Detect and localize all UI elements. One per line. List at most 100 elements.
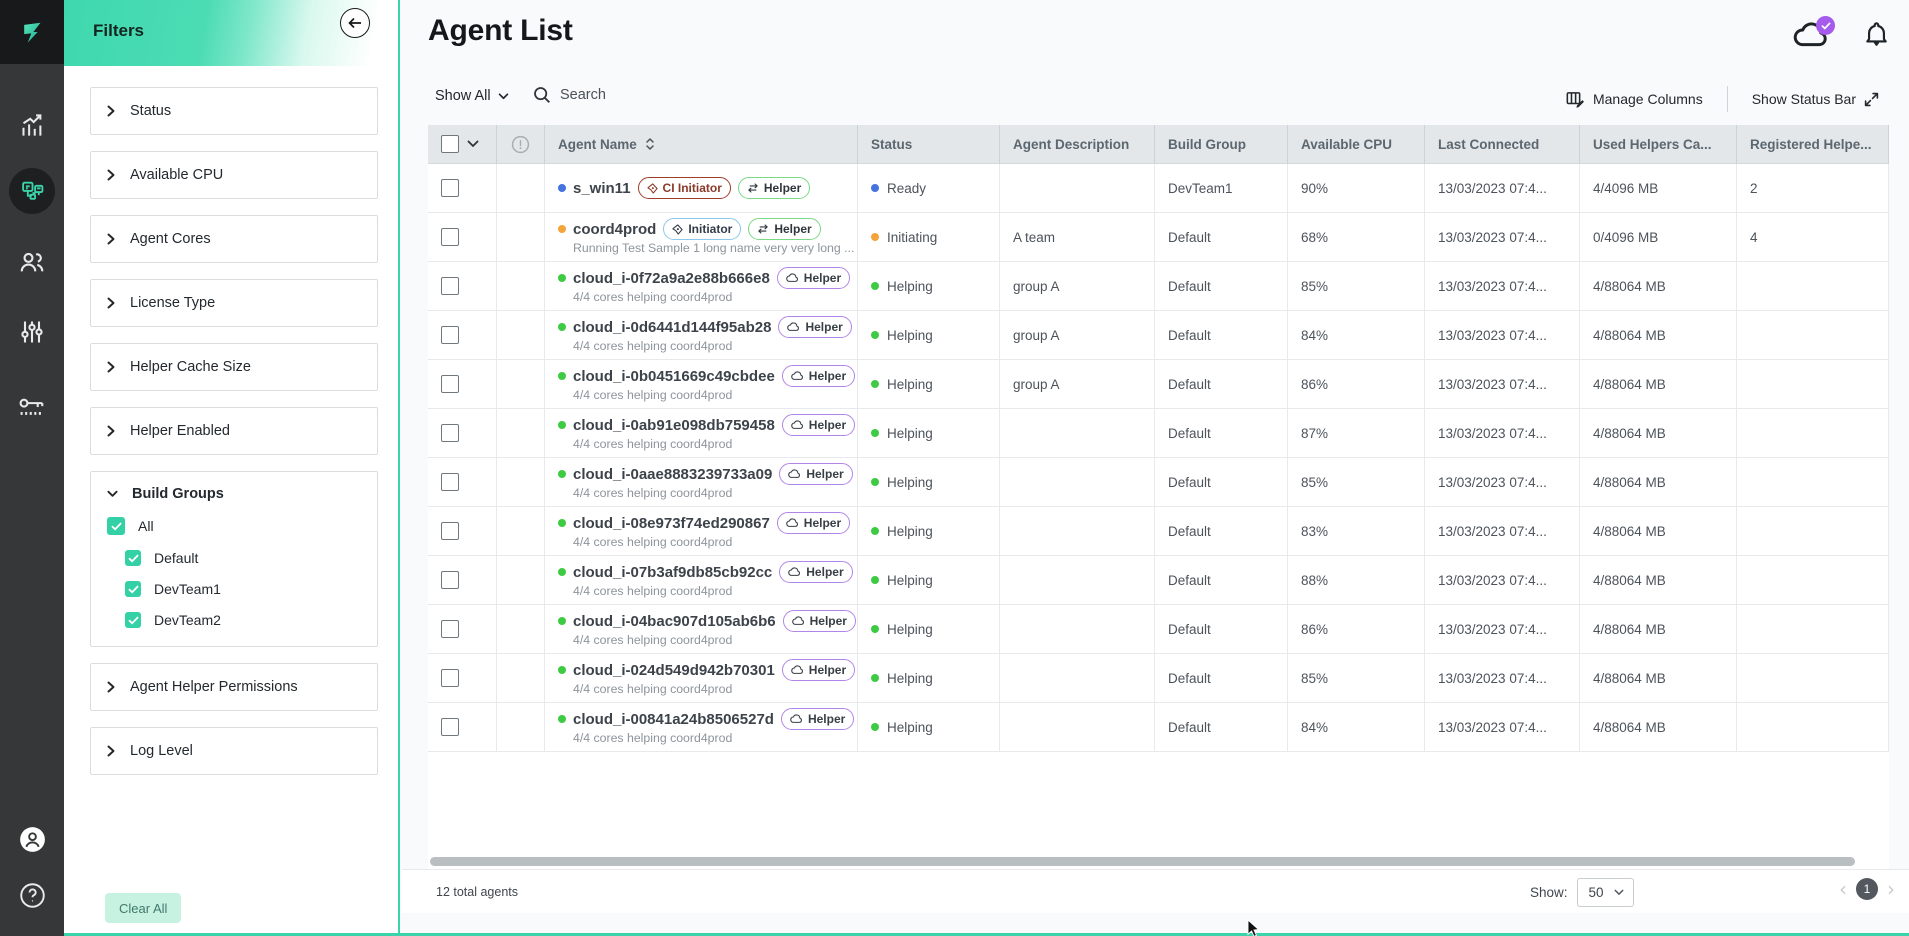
description-cell [1000, 556, 1155, 604]
available-cpu-cell: 84% [1288, 703, 1425, 751]
registered-helpers-cell [1737, 703, 1889, 751]
column-header-status[interactable]: Status [858, 125, 1000, 163]
table-row[interactable]: cloud_i-04bac907d105ab6b6Helper4/4 cores… [428, 605, 1889, 654]
registered-helpers-cell [1737, 605, 1889, 653]
row-alert-cell [497, 703, 545, 751]
app-logo[interactable] [0, 0, 64, 64]
select-all-checkbox[interactable] [441, 135, 459, 153]
status-cell: Helping [858, 703, 1000, 751]
checked-checkbox[interactable] [125, 550, 141, 566]
column-header-description[interactable]: Agent Description [1000, 125, 1155, 163]
column-header-agent-name[interactable]: Agent Name [545, 125, 858, 163]
table-row[interactable]: cloud_i-00841a24b8506527dHelper4/4 cores… [428, 703, 1889, 752]
build-group-cell: Default [1155, 507, 1288, 555]
agent-name-line: cloud_i-0f72a9a2e88b666e8Helper [558, 267, 850, 289]
agent-subtitle: 4/4 cores helping coord4prod [573, 732, 732, 746]
chevron-right-icon [107, 169, 115, 181]
manage-columns-button[interactable]: Manage Columns [1566, 90, 1703, 108]
build-group-option-default[interactable]: Default [125, 550, 361, 566]
table-row[interactable]: cloud_i-024d549d942b70301Helper4/4 cores… [428, 654, 1889, 703]
row-checkbox[interactable] [441, 571, 459, 589]
table-row[interactable]: cloud_i-07b3af9db85cb92ccHelper4/4 cores… [428, 556, 1889, 605]
table-row[interactable]: cloud_i-0b0451669c49cbdeeHelper4/4 cores… [428, 360, 1889, 409]
column-header-available-cpu[interactable]: Available CPU [1288, 125, 1425, 163]
row-checkbox[interactable] [441, 424, 459, 442]
row-checkbox[interactable] [441, 669, 459, 687]
next-page-button[interactable]: › [1887, 879, 1895, 899]
row-select-cell [428, 654, 497, 702]
prev-page-button[interactable]: ‹ [1839, 879, 1847, 899]
build-group-option-devteam1[interactable]: DevTeam1 [125, 581, 361, 597]
status-dot [871, 478, 879, 486]
row-checkbox[interactable] [441, 375, 459, 393]
registered-helpers-cell [1737, 654, 1889, 702]
current-page-button[interactable]: 1 [1856, 878, 1878, 900]
table-row[interactable]: cloud_i-0ab91e098db759458Helper4/4 cores… [428, 409, 1889, 458]
row-checkbox[interactable] [441, 179, 459, 197]
row-checkbox[interactable] [441, 228, 459, 246]
horizontal-scrollbar[interactable] [430, 857, 1855, 866]
row-checkbox[interactable] [441, 522, 459, 540]
checked-checkbox[interactable] [107, 517, 125, 535]
sidebar-item-help[interactable] [0, 882, 64, 909]
agent-name-line: cloud_i-0b0451669c49cbdeeHelper [558, 365, 855, 387]
filter-section-helper-cache-size[interactable]: Helper Cache Size [90, 343, 378, 391]
total-agents-label: 12 total agents [436, 885, 518, 899]
filter-section-agent-cores[interactable]: Agent Cores [90, 215, 378, 263]
checked-checkbox[interactable] [125, 612, 141, 628]
clear-all-button[interactable]: Clear All [105, 893, 181, 923]
table-row[interactable]: cloud_i-0f72a9a2e88b666e8Helper4/4 cores… [428, 262, 1889, 311]
row-checkbox[interactable] [441, 718, 459, 736]
filter-section-status[interactable]: Status [90, 87, 378, 135]
table-header-row: Agent Name Status Agent Description Buil… [428, 125, 1889, 164]
column-header-registered-helpers[interactable]: Registered Helpe... [1737, 125, 1889, 163]
agent-name-cell: cloud_i-0aae8883239733a09Helper4/4 cores… [545, 458, 858, 506]
sidebar-item-agents[interactable] [9, 168, 55, 214]
expand-icon [1864, 92, 1879, 107]
select-menu-chevron-icon[interactable] [467, 140, 479, 148]
column-header-used-helpers[interactable]: Used Helpers Ca... [1580, 125, 1737, 163]
build-group-option-all[interactable]: All [107, 517, 361, 535]
page-size-select[interactable]: 50 [1577, 878, 1634, 907]
search-input[interactable]: Search [533, 86, 606, 104]
sidebar-item-license[interactable] [0, 394, 64, 426]
cloud-status-button[interactable] [1793, 22, 1833, 54]
table-row[interactable]: cloud_i-0d6441d144f95ab28Helper4/4 cores… [428, 311, 1889, 360]
column-header-build-group[interactable]: Build Group [1155, 125, 1288, 163]
status-dot [871, 331, 879, 339]
notifications-button[interactable] [1863, 20, 1890, 55]
column-header-last-connected[interactable]: Last Connected [1425, 125, 1580, 163]
sidebar-item-analytics[interactable] [0, 112, 64, 139]
row-checkbox[interactable] [441, 277, 459, 295]
row-checkbox[interactable] [441, 620, 459, 638]
build-group-option-devteam2[interactable]: DevTeam2 [125, 612, 361, 628]
sidebar-item-account[interactable] [0, 826, 64, 853]
build-groups-header[interactable]: Build Groups [107, 486, 361, 502]
table-row[interactable]: s_win11CI InitiatorHelperReadyDevTeam190… [428, 164, 1889, 213]
row-checkbox[interactable] [441, 326, 459, 344]
agent-name-cell: cloud_i-04bac907d105ab6b6Helper4/4 cores… [545, 605, 858, 653]
toolbar-divider [1727, 86, 1728, 112]
filter-section-helper-enabled[interactable]: Helper Enabled [90, 407, 378, 455]
show-status-bar-button[interactable]: Show Status Bar [1752, 91, 1879, 107]
filter-section-agent-helper-permissions[interactable]: Agent Helper Permissions [90, 663, 378, 711]
filter-sections-after: Agent Helper Permissions Log Level [90, 663, 372, 775]
filter-section-license-type[interactable]: License Type [90, 279, 378, 327]
table-row[interactable]: cloud_i-08e973f74ed290867Helper4/4 cores… [428, 507, 1889, 556]
checked-checkbox[interactable] [125, 581, 141, 597]
agent-name-line: cloud_i-04bac907d105ab6b6Helper [558, 610, 856, 632]
filter-section-available-cpu[interactable]: Available CPU [90, 151, 378, 199]
table-row[interactable]: cloud_i-0aae8883239733a09Helper4/4 cores… [428, 458, 1889, 507]
show-all-dropdown[interactable]: Show All [435, 88, 509, 104]
filter-section-log-level[interactable]: Log Level [90, 727, 378, 775]
row-checkbox[interactable] [441, 473, 459, 491]
sidebar-item-users[interactable] [0, 248, 64, 276]
agent-status-dot [558, 715, 566, 723]
table-row[interactable]: coord4prodInitiatorHelperRunning Test Sa… [428, 213, 1889, 262]
row-alert-cell [497, 409, 545, 457]
status-header-label: Status [871, 137, 912, 152]
sidebar-item-settings[interactable] [0, 318, 64, 346]
collapse-filters-button[interactable] [340, 8, 370, 38]
sort-icon[interactable] [645, 137, 655, 151]
filter-section-build-groups: Build Groups All Default DevTeam1 DevTeam2 [90, 471, 378, 647]
